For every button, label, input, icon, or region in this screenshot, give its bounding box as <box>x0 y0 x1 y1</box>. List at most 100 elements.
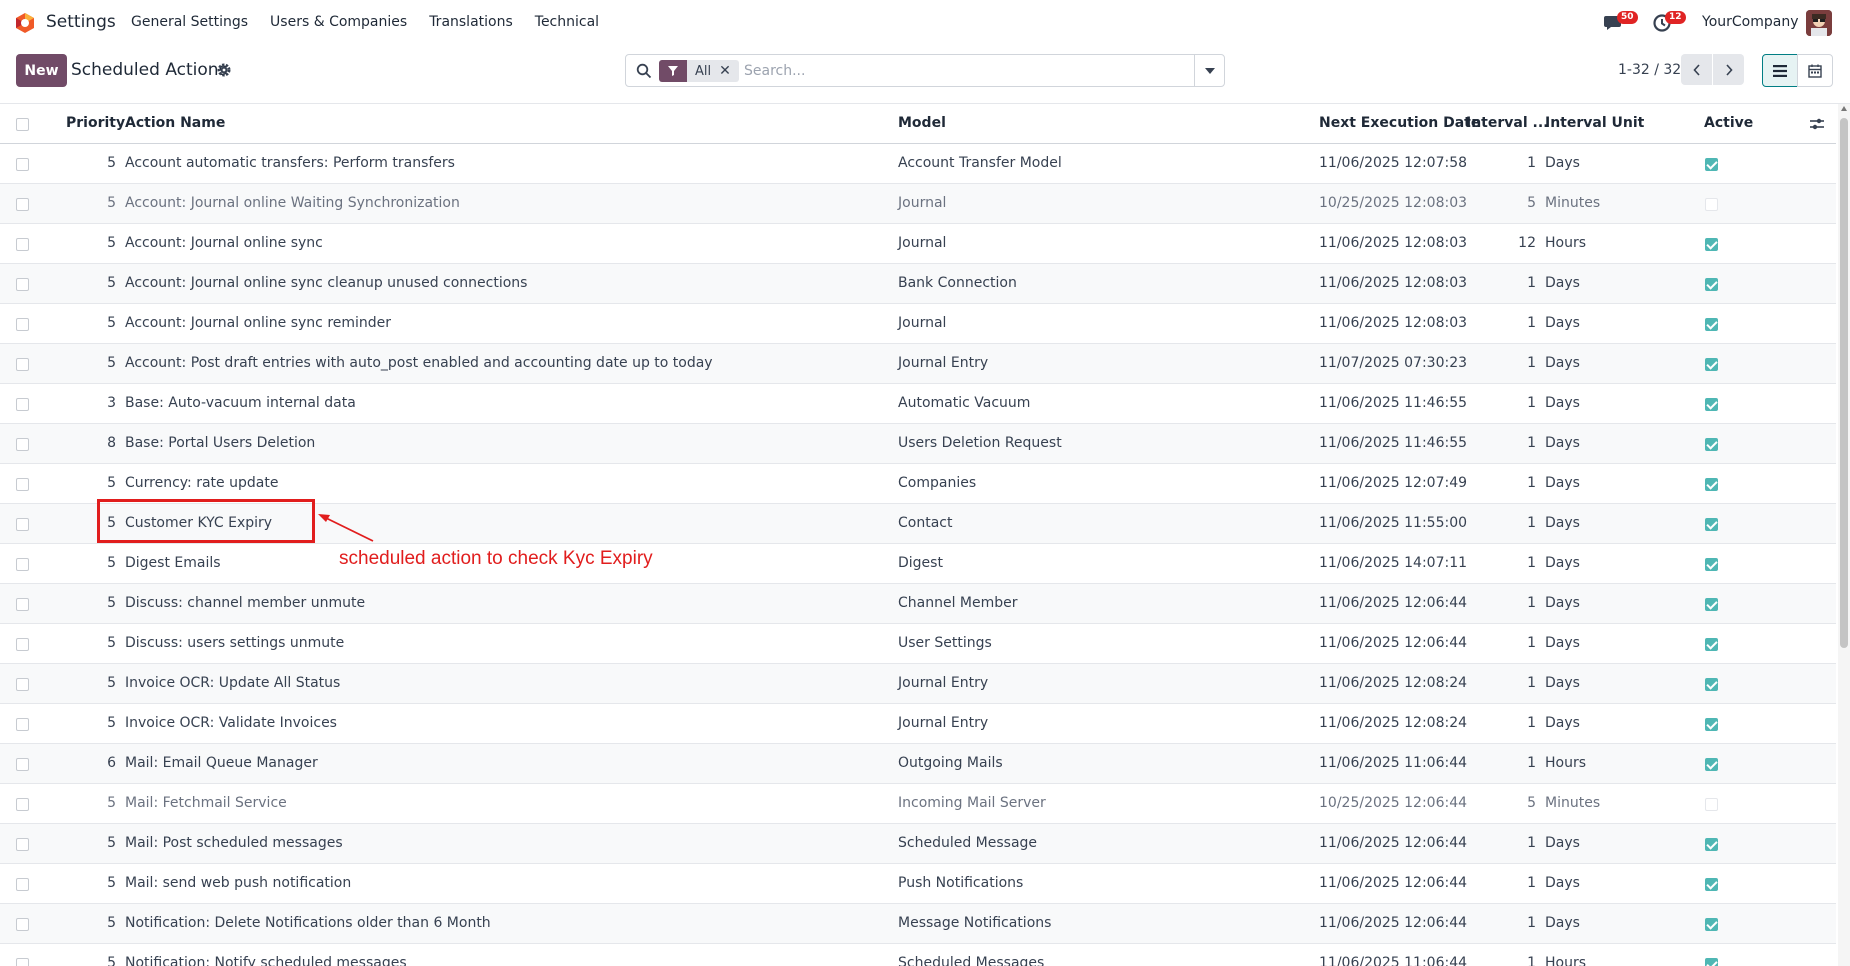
table-row[interactable]: 5 Notification: Notify scheduled messages… <box>0 944 1836 966</box>
active-checkbox[interactable] <box>1705 198 1718 211</box>
active-checkbox[interactable] <box>1705 678 1718 691</box>
column-active[interactable]: Active <box>1704 115 1753 131</box>
column-model[interactable]: Model <box>898 115 946 131</box>
row-select-checkbox[interactable] <box>16 278 29 291</box>
table-row[interactable]: 5 Invoice OCR: Validate Invoices Journal E… <box>0 704 1836 744</box>
menu-general-settings[interactable]: General Settings <box>131 14 248 30</box>
search-icon[interactable] <box>636 63 652 79</box>
table-row[interactable]: 5 Notification: Delete Notifications olde… <box>0 904 1836 944</box>
row-select-checkbox[interactable] <box>16 238 29 251</box>
active-checkbox[interactable] <box>1705 398 1718 411</box>
active-checkbox[interactable] <box>1705 718 1718 731</box>
table-row[interactable]: 5 Account automatic transfers: Perform tr… <box>0 144 1836 184</box>
new-button[interactable]: New <box>16 54 67 87</box>
table-row[interactable]: 5 Digest Emails Digest 11/06/2025 14:07:11 1… <box>0 544 1836 584</box>
column-interval-unit[interactable]: Interval Unit <box>1545 115 1644 131</box>
active-checkbox[interactable] <box>1705 438 1718 451</box>
table-row[interactable]: 3 Base: Auto-vacuum internal data Automati… <box>0 384 1836 424</box>
row-select-checkbox[interactable] <box>16 318 29 331</box>
row-select-checkbox[interactable] <box>16 158 29 171</box>
table-row[interactable]: 5 Mail: Post scheduled messages Scheduled … <box>0 824 1836 864</box>
vertical-scrollbar[interactable] <box>1838 104 1850 966</box>
menu-technical[interactable]: Technical <box>535 14 599 30</box>
odoo-logo-icon[interactable] <box>14 12 36 34</box>
search-input[interactable] <box>744 61 1184 81</box>
cell-priority: 5 <box>107 235 116 251</box>
active-checkbox[interactable] <box>1705 798 1718 811</box>
optional-columns-icon[interactable] <box>1809 117 1825 131</box>
active-checkbox[interactable] <box>1705 878 1718 891</box>
active-checkbox[interactable] <box>1705 238 1718 251</box>
row-select-checkbox[interactable] <box>16 958 29 966</box>
active-checkbox[interactable] <box>1705 758 1718 771</box>
close-icon[interactable]: ✕ <box>719 63 739 79</box>
company-switcher[interactable]: YourCompany <box>1702 14 1799 30</box>
row-select-checkbox[interactable] <box>16 558 29 571</box>
column-action-name[interactable]: Action Name <box>125 115 225 131</box>
row-select-checkbox[interactable] <box>16 438 29 451</box>
cell-action-name: Base: Auto-vacuum internal data <box>125 395 356 411</box>
pager-next-button[interactable] <box>1713 54 1744 85</box>
scrollbar-thumb[interactable] <box>1840 118 1848 648</box>
active-checkbox[interactable] <box>1705 278 1718 291</box>
table-row[interactable]: 5 Mail: Fetchmail Service Incoming Mail Se… <box>0 784 1836 824</box>
row-select-checkbox[interactable] <box>16 718 29 731</box>
calendar-view-button[interactable] <box>1797 54 1833 87</box>
active-checkbox[interactable] <box>1705 918 1718 931</box>
table-row[interactable]: 5 Discuss: channel member unmute Channel M… <box>0 584 1836 624</box>
table-row[interactable]: 5 Discuss: users settings unmute User Sett… <box>0 624 1836 664</box>
cell-interval: 1 <box>1527 355 1536 371</box>
menu-translations[interactable]: Translations <box>429 14 513 30</box>
select-all-checkbox[interactable] <box>16 118 29 131</box>
table-row[interactable]: 5 Account: Journal online sync cleanup un… <box>0 264 1836 304</box>
scroll-up-icon[interactable] <box>1841 106 1847 111</box>
active-checkbox[interactable] <box>1705 358 1718 371</box>
row-select-checkbox[interactable] <box>16 758 29 771</box>
column-next-execution[interactable]: Next Execution Date <box>1319 115 1480 131</box>
cell-priority: 5 <box>107 715 116 731</box>
list-view-button[interactable] <box>1762 54 1798 87</box>
search-options-toggle[interactable] <box>1194 55 1224 86</box>
row-select-checkbox[interactable] <box>16 198 29 211</box>
active-checkbox[interactable] <box>1705 638 1718 651</box>
active-checkbox[interactable] <box>1705 598 1718 611</box>
active-checkbox[interactable] <box>1705 958 1718 966</box>
row-select-checkbox[interactable] <box>16 878 29 891</box>
table-row[interactable]: 5 Account: Journal online sync Journal 11/0… <box>0 224 1836 264</box>
row-select-checkbox[interactable] <box>16 918 29 931</box>
active-checkbox[interactable] <box>1705 558 1718 571</box>
table-row[interactable]: 5 Mail: send web push notification Push No… <box>0 864 1836 904</box>
pager-previous-button[interactable] <box>1681 54 1712 85</box>
pager-value[interactable]: 1-32 / 32 <box>1618 62 1681 78</box>
avatar[interactable] <box>1806 10 1832 36</box>
row-select-checkbox[interactable] <box>16 638 29 651</box>
row-select-checkbox[interactable] <box>16 358 29 371</box>
active-checkbox[interactable] <box>1705 318 1718 331</box>
menu-users-companies[interactable]: Users & Companies <box>270 14 407 30</box>
active-checkbox[interactable] <box>1705 158 1718 171</box>
active-checkbox[interactable] <box>1705 478 1718 491</box>
gear-icon[interactable] <box>216 62 232 78</box>
table-row[interactable]: 5 Account: Post draft entries with auto_p… <box>0 344 1836 384</box>
table-row[interactable]: 5 Account: Journal online sync reminder Jo… <box>0 304 1836 344</box>
row-select-checkbox[interactable] <box>16 678 29 691</box>
active-checkbox[interactable] <box>1705 838 1718 851</box>
row-select-checkbox[interactable] <box>16 478 29 491</box>
table-row[interactable]: 8 Base: Portal Users Deletion Users Deleti… <box>0 424 1836 464</box>
search-bar: All ✕ <box>625 54 1225 87</box>
row-select-checkbox[interactable] <box>16 598 29 611</box>
table-row[interactable]: 6 Mail: Email Queue Manager Outgoing Mails… <box>0 744 1836 784</box>
app-name[interactable]: Settings <box>46 12 116 32</box>
row-select-checkbox[interactable] <box>16 518 29 531</box>
table-row[interactable]: 5 Account: Journal online Waiting Synchro… <box>0 184 1836 224</box>
active-checkbox[interactable] <box>1705 518 1718 531</box>
table-row[interactable]: 5 Currency: rate update Companies 11/06/202… <box>0 464 1836 504</box>
row-select-checkbox[interactable] <box>16 398 29 411</box>
row-select-checkbox[interactable] <box>16 838 29 851</box>
filter-facet[interactable]: All ✕ <box>659 60 739 82</box>
column-priority[interactable]: Priority <box>66 115 125 131</box>
cell-priority: 6 <box>107 755 116 771</box>
column-interval[interactable]: Interval ... <box>1466 115 1548 131</box>
row-select-checkbox[interactable] <box>16 798 29 811</box>
table-row[interactable]: 5 Invoice OCR: Update All Status Journal E… <box>0 664 1836 704</box>
